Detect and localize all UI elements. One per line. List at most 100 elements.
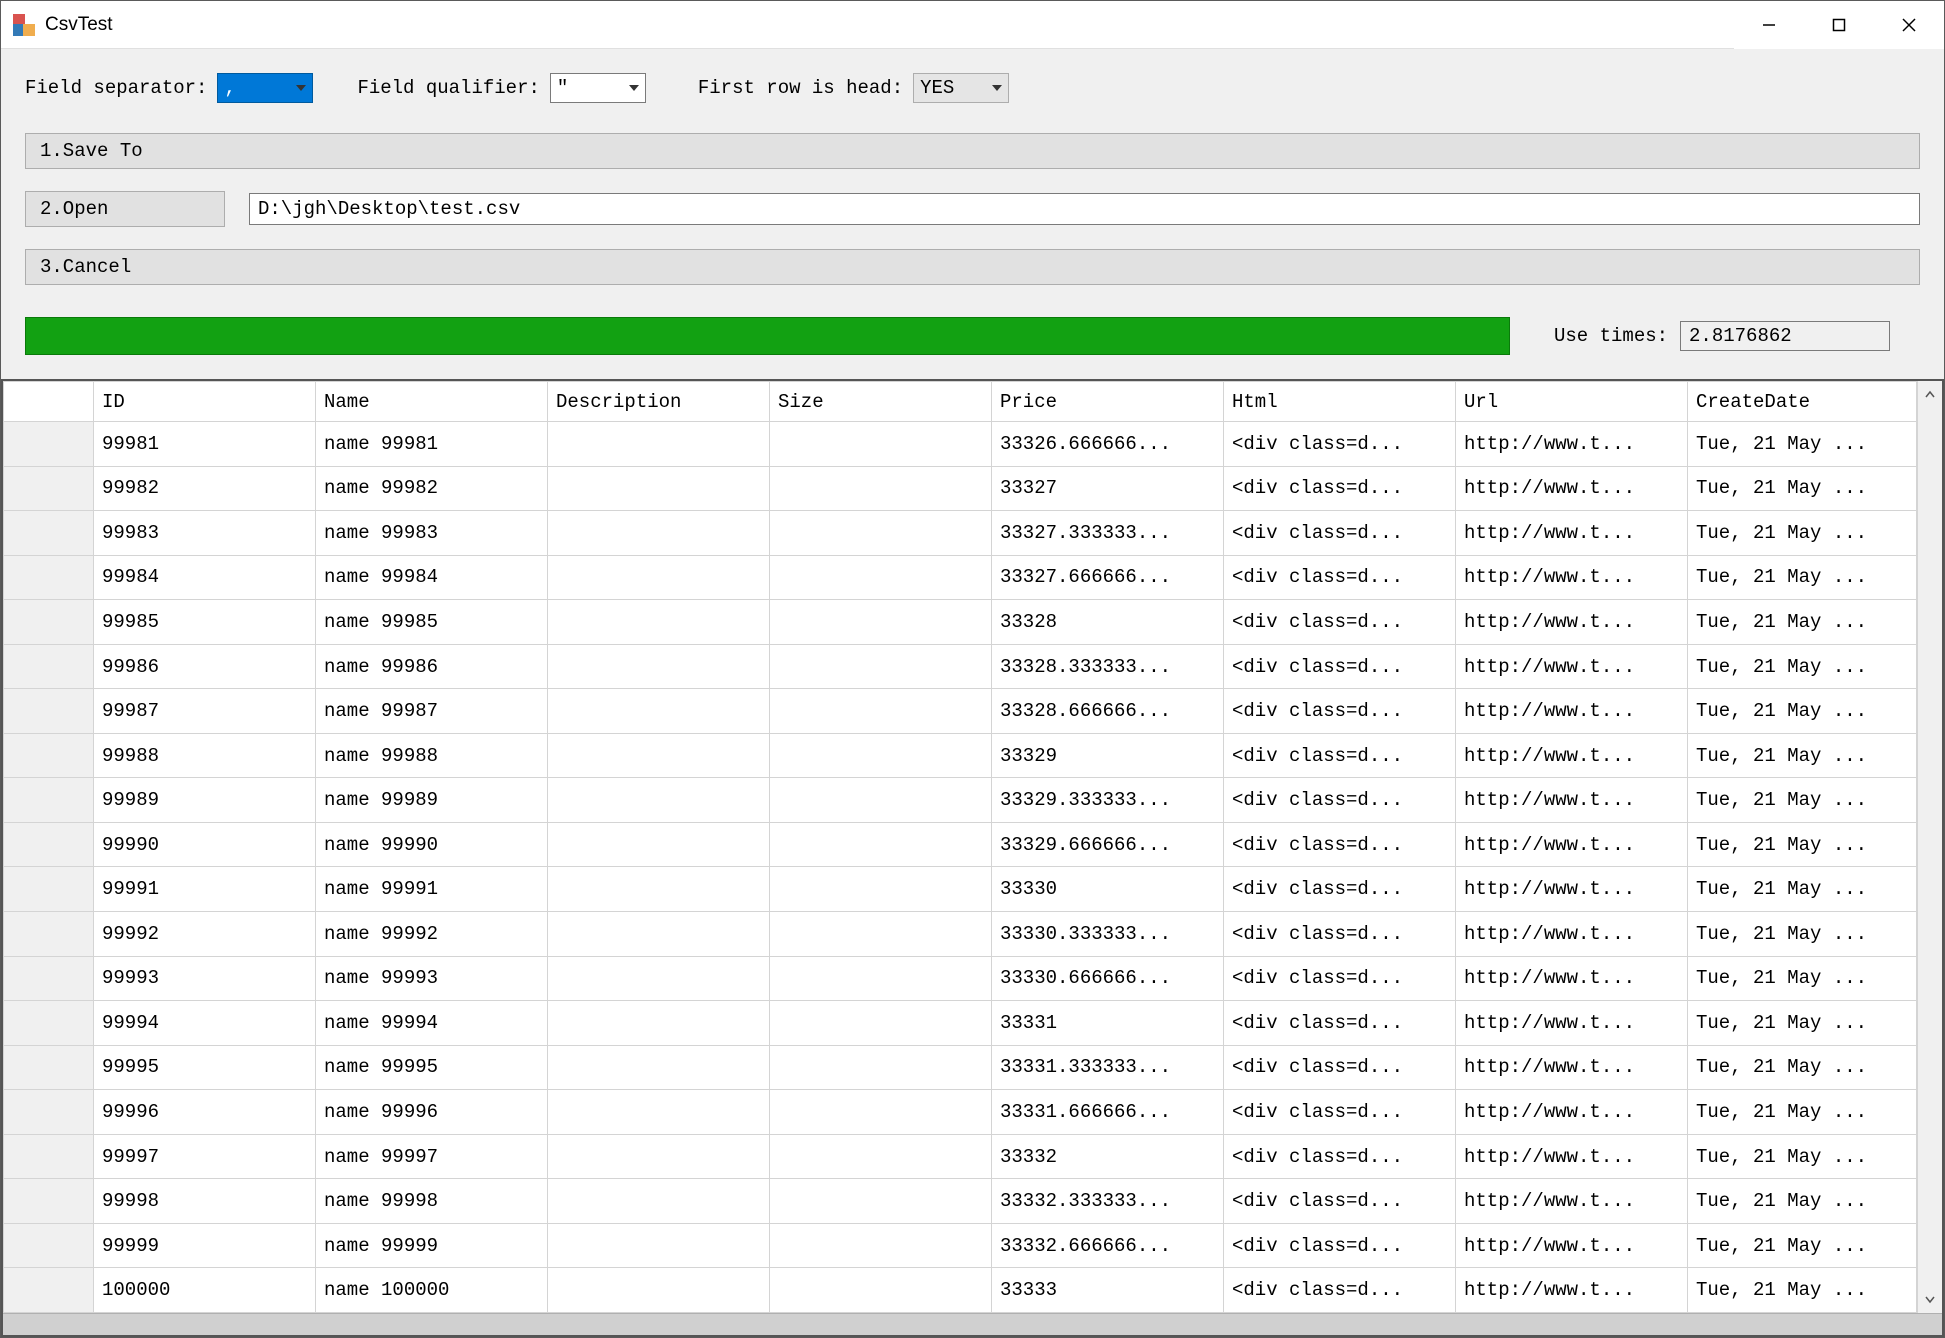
cell-url[interactable]: http://www.t... bbox=[1456, 466, 1688, 511]
cell-price[interactable]: 33332.666666... bbox=[992, 1223, 1224, 1268]
cell-url[interactable]: http://www.t... bbox=[1456, 1001, 1688, 1046]
cell-price[interactable]: 33327.333333... bbox=[992, 511, 1224, 556]
cell-url[interactable]: http://www.t... bbox=[1456, 1090, 1688, 1135]
row-header[interactable] bbox=[4, 956, 94, 1001]
cell-html[interactable]: <div class=d... bbox=[1224, 600, 1456, 645]
row-header[interactable] bbox=[4, 1134, 94, 1179]
row-header[interactable] bbox=[4, 600, 94, 645]
table-row[interactable]: 99985name 9998533328<div class=d...http:… bbox=[4, 600, 1917, 645]
cell-date[interactable]: Tue, 21 May ... bbox=[1688, 912, 1917, 957]
cell-id[interactable]: 99992 bbox=[94, 912, 316, 957]
cell-id[interactable]: 99998 bbox=[94, 1179, 316, 1224]
table-row[interactable]: 99998name 9999833332.333333...<div class… bbox=[4, 1179, 1917, 1224]
cell-name[interactable]: name 99988 bbox=[316, 733, 548, 778]
table-row[interactable]: 99992name 9999233330.333333...<div class… bbox=[4, 912, 1917, 957]
cell-url[interactable]: http://www.t... bbox=[1456, 689, 1688, 734]
row-header[interactable] bbox=[4, 912, 94, 957]
table-row[interactable]: 99983name 9998333327.333333...<div class… bbox=[4, 511, 1917, 556]
table-row[interactable]: 100000name 10000033333<div class=d...htt… bbox=[4, 1268, 1917, 1313]
cell-date[interactable]: Tue, 21 May ... bbox=[1688, 1179, 1917, 1224]
cell-size[interactable] bbox=[770, 511, 992, 556]
cell-description[interactable] bbox=[548, 1223, 770, 1268]
cell-html[interactable]: <div class=d... bbox=[1224, 689, 1456, 734]
cell-price[interactable]: 33328.666666... bbox=[992, 689, 1224, 734]
table-row[interactable]: 99997name 9999733332<div class=d...http:… bbox=[4, 1134, 1917, 1179]
cell-size[interactable] bbox=[770, 1001, 992, 1046]
cell-html[interactable]: <div class=d... bbox=[1224, 912, 1456, 957]
table-row[interactable]: 99982name 9998233327<div class=d...http:… bbox=[4, 466, 1917, 511]
cell-name[interactable]: name 99991 bbox=[316, 867, 548, 912]
cell-price[interactable]: 33332.333333... bbox=[992, 1179, 1224, 1224]
col-header-url[interactable]: Url bbox=[1456, 382, 1688, 422]
cell-html[interactable]: <div class=d... bbox=[1224, 1179, 1456, 1224]
table-row[interactable]: 99994name 9999433331<div class=d...http:… bbox=[4, 1001, 1917, 1046]
cell-name[interactable]: name 100000 bbox=[316, 1268, 548, 1313]
cell-date[interactable]: Tue, 21 May ... bbox=[1688, 1001, 1917, 1046]
cell-html[interactable]: <div class=d... bbox=[1224, 1223, 1456, 1268]
cell-price[interactable]: 33327 bbox=[992, 466, 1224, 511]
row-header[interactable] bbox=[4, 1179, 94, 1224]
field-qualifier-combo[interactable]: " bbox=[550, 73, 646, 103]
cell-size[interactable] bbox=[770, 1268, 992, 1313]
cell-name[interactable]: name 99985 bbox=[316, 600, 548, 645]
cell-html[interactable]: <div class=d... bbox=[1224, 644, 1456, 689]
cell-size[interactable] bbox=[770, 912, 992, 957]
cell-date[interactable]: Tue, 21 May ... bbox=[1688, 733, 1917, 778]
cell-html[interactable]: <div class=d... bbox=[1224, 1001, 1456, 1046]
cell-price[interactable]: 33330.666666... bbox=[992, 956, 1224, 1001]
scroll-down-button[interactable] bbox=[1918, 1285, 1942, 1313]
minimize-button[interactable] bbox=[1734, 1, 1804, 49]
cell-name[interactable]: name 99990 bbox=[316, 822, 548, 867]
cell-price[interactable]: 33333 bbox=[992, 1268, 1224, 1313]
cell-description[interactable] bbox=[548, 689, 770, 734]
cell-price[interactable]: 33329.333333... bbox=[992, 778, 1224, 823]
cell-size[interactable] bbox=[770, 1134, 992, 1179]
open-button[interactable]: 2.Open bbox=[25, 191, 225, 227]
cell-url[interactable]: http://www.t... bbox=[1456, 1045, 1688, 1090]
field-separator-combo[interactable]: , bbox=[217, 73, 313, 103]
cell-description[interactable] bbox=[548, 600, 770, 645]
col-header-createdate[interactable]: CreateDate bbox=[1688, 382, 1917, 422]
table-row[interactable]: 99993name 9999333330.666666...<div class… bbox=[4, 956, 1917, 1001]
table-row[interactable]: 99989name 9998933329.333333...<div class… bbox=[4, 778, 1917, 823]
cell-id[interactable]: 99987 bbox=[94, 689, 316, 734]
cell-description[interactable] bbox=[548, 778, 770, 823]
cell-date[interactable]: Tue, 21 May ... bbox=[1688, 555, 1917, 600]
cell-name[interactable]: name 99995 bbox=[316, 1045, 548, 1090]
first-row-head-combo[interactable]: YES bbox=[913, 73, 1009, 103]
cell-date[interactable]: Tue, 21 May ... bbox=[1688, 1045, 1917, 1090]
cell-price[interactable]: 33327.666666... bbox=[992, 555, 1224, 600]
cell-date[interactable]: Tue, 21 May ... bbox=[1688, 1223, 1917, 1268]
cell-size[interactable] bbox=[770, 555, 992, 600]
cell-name[interactable]: name 99981 bbox=[316, 422, 548, 467]
cell-url[interactable]: http://www.t... bbox=[1456, 1223, 1688, 1268]
cell-url[interactable]: http://www.t... bbox=[1456, 956, 1688, 1001]
cell-html[interactable]: <div class=d... bbox=[1224, 733, 1456, 778]
cell-id[interactable]: 99988 bbox=[94, 733, 316, 778]
cell-url[interactable]: http://www.t... bbox=[1456, 1268, 1688, 1313]
row-header[interactable] bbox=[4, 778, 94, 823]
cell-size[interactable] bbox=[770, 466, 992, 511]
cell-price[interactable]: 33330.333333... bbox=[992, 912, 1224, 957]
cell-size[interactable] bbox=[770, 600, 992, 645]
cell-price[interactable]: 33328.333333... bbox=[992, 644, 1224, 689]
cell-html[interactable]: <div class=d... bbox=[1224, 1045, 1456, 1090]
cell-html[interactable]: <div class=d... bbox=[1224, 422, 1456, 467]
cell-description[interactable] bbox=[548, 644, 770, 689]
cell-description[interactable] bbox=[548, 733, 770, 778]
table-row[interactable]: 99981name 9998133326.666666...<div class… bbox=[4, 422, 1917, 467]
cell-name[interactable]: name 99993 bbox=[316, 956, 548, 1001]
cell-url[interactable]: http://www.t... bbox=[1456, 867, 1688, 912]
cell-price[interactable]: 33331.333333... bbox=[992, 1045, 1224, 1090]
col-header-price[interactable]: Price bbox=[992, 382, 1224, 422]
table-row[interactable]: 99991name 9999133330<div class=d...http:… bbox=[4, 867, 1917, 912]
cell-price[interactable]: 33328 bbox=[992, 600, 1224, 645]
cell-date[interactable]: Tue, 21 May ... bbox=[1688, 689, 1917, 734]
cell-id[interactable]: 99989 bbox=[94, 778, 316, 823]
cell-html[interactable]: <div class=d... bbox=[1224, 1090, 1456, 1135]
row-header[interactable] bbox=[4, 644, 94, 689]
cell-url[interactable]: http://www.t... bbox=[1456, 822, 1688, 867]
cell-description[interactable] bbox=[548, 1090, 770, 1135]
row-header[interactable] bbox=[4, 555, 94, 600]
row-header[interactable] bbox=[4, 1268, 94, 1313]
